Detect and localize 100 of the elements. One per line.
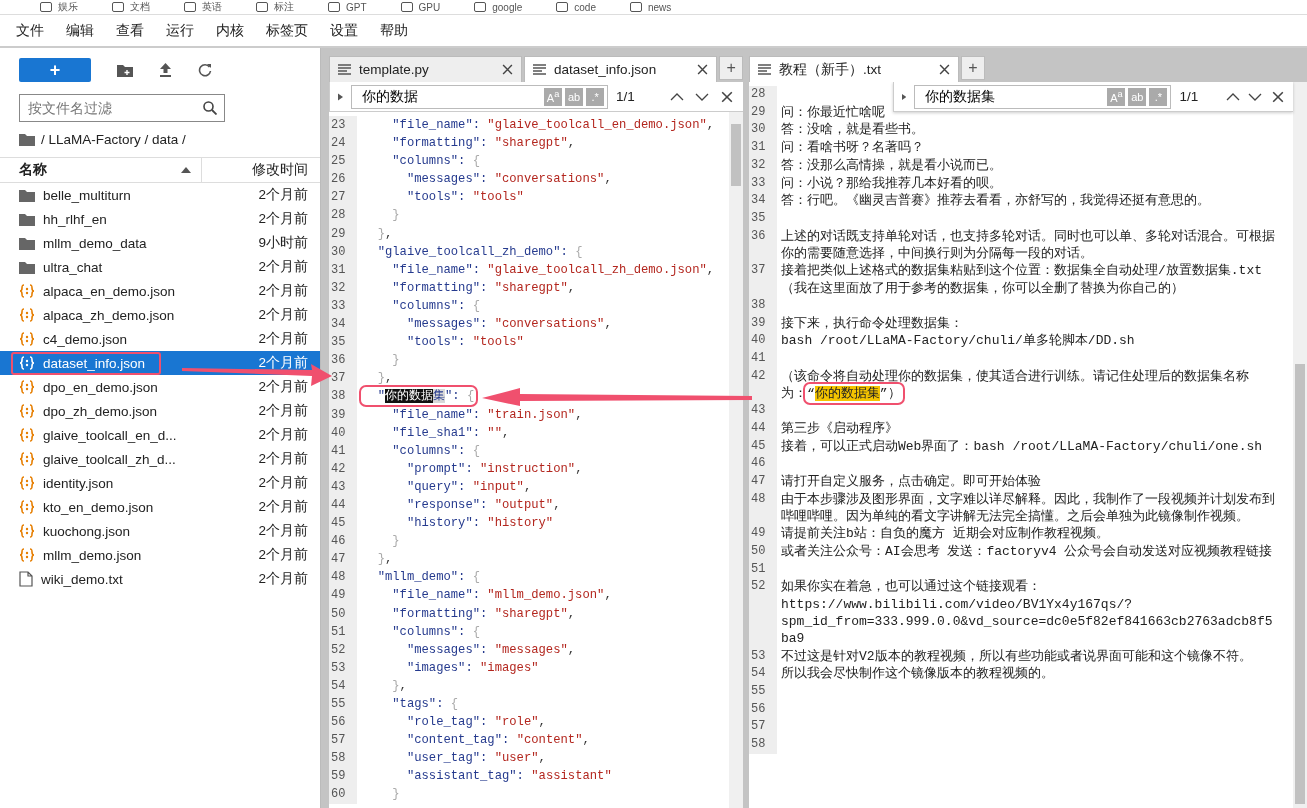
menu-item[interactable]: 编辑: [66, 21, 94, 40]
bookmark-link[interactable]: 娱乐: [40, 0, 78, 14]
file-row[interactable]: mllm_demo_data 9小时前: [0, 231, 320, 255]
file-row[interactable]: belle_multiturn 2个月前: [0, 183, 320, 207]
refresh-icon[interactable]: [198, 63, 212, 77]
line-number: 54: [749, 665, 777, 684]
chevron-down-icon: [694, 92, 709, 101]
menu-item[interactable]: 运行: [166, 21, 194, 40]
menu-item[interactable]: 内核: [216, 21, 244, 40]
find-field[interactable]: 你的数据 A$^{a}$ ab .*: [351, 84, 609, 109]
file-name: identity.json: [43, 475, 114, 491]
editor-tab[interactable]: dataset_info.json: [524, 56, 718, 82]
line-number: 28: [749, 86, 777, 104]
line-number: 49: [329, 586, 357, 605]
line-number: 43: [749, 402, 777, 420]
line-number: 55: [329, 695, 357, 714]
file-row[interactable]: c4_demo.json 2个月前: [0, 327, 320, 351]
close-icon: [720, 90, 733, 103]
text-line: bash /root/LLaMA-Factory/chuli/单多轮脚本/DD.sh: [780, 332, 1136, 350]
expand-caret-icon[interactable]: [902, 92, 907, 101]
file-row[interactable]: glaive_toolcall_zh_d... 2个月前: [0, 447, 320, 471]
expand-caret-icon[interactable]: [338, 92, 344, 101]
file-row[interactable]: dpo_zh_demo.json 2个月前: [0, 399, 320, 423]
add-tab-button[interactable]: +: [961, 56, 985, 80]
bookmark-link[interactable]: 标注: [256, 0, 294, 14]
file-row[interactable]: hh_rlhf_en 2个月前: [0, 207, 320, 231]
bookmark-link[interactable]: news: [629, 1, 672, 13]
json-file-icon: [19, 476, 35, 490]
new-launcher-button[interactable]: +: [19, 58, 91, 82]
document-lines-icon: [758, 64, 771, 75]
modified-time: 2个月前: [258, 522, 308, 540]
code-line: "content_tag": "content",: [405, 732, 590, 750]
code-line: "file_name": "mllm_demo.json",: [391, 587, 612, 605]
bookmark-folder-icon: [184, 2, 196, 12]
folder-icon: [19, 188, 35, 202]
file-row[interactable]: ultra_chat 2个月前: [0, 255, 320, 279]
search-icon: [203, 101, 217, 115]
bookmark-link[interactable]: code: [556, 1, 596, 13]
chevron-up-icon: [1225, 92, 1240, 101]
file-row[interactable]: alpaca_zh_demo.json 2个月前: [0, 303, 320, 327]
modified-time: 2个月前: [258, 210, 308, 228]
file-row[interactable]: identity.json 2个月前: [0, 471, 320, 495]
new-folder-icon[interactable]: [117, 63, 133, 77]
add-tab-button[interactable]: +: [719, 56, 743, 80]
menu-item[interactable]: 标签页: [266, 21, 308, 40]
scrollbar[interactable]: [729, 112, 743, 808]
menu-item[interactable]: 设置: [330, 21, 358, 40]
folder-icon: [19, 212, 35, 226]
line-number: 35: [329, 333, 357, 352]
menu-item[interactable]: 查看: [116, 21, 144, 40]
bookmark-link[interactable]: 文档: [112, 0, 150, 14]
json-file-icon: [19, 332, 35, 346]
code-line: "file_name": "train.json",: [391, 406, 583, 424]
bookmark-link[interactable]: GPU: [400, 1, 441, 13]
menu-item[interactable]: 帮助: [380, 21, 408, 40]
menu-item[interactable]: 文件: [16, 21, 44, 40]
file-name: kto_en_demo.json: [43, 499, 154, 515]
file-row[interactable]: dataset_info.json 2个月前: [0, 351, 320, 375]
line-number: 34: [749, 192, 777, 210]
file-name: glaive_toolcall_zh_d...: [43, 451, 176, 467]
bookmark-link[interactable]: google: [474, 1, 523, 13]
filter-field[interactable]: 按文件名过滤: [19, 94, 225, 122]
code-line: "images": "images": [405, 659, 539, 677]
file-row[interactable]: glaive_toolcall_en_d... 2个月前: [0, 423, 320, 447]
file-row[interactable]: kto_en_demo.json 2个月前: [0, 495, 320, 519]
json-file-icon: [19, 428, 35, 442]
file-row[interactable]: kuochong.json 2个月前: [0, 519, 320, 543]
line-number: 26: [329, 170, 357, 189]
code-line: }: [391, 207, 400, 225]
bookmark-link[interactable]: GPT: [328, 1, 367, 13]
find-field[interactable]: 你的数据集 A$^{a}$ ab .*: [914, 84, 1172, 109]
editor-tab[interactable]: 教程（新手）.txt: [749, 56, 959, 82]
file-name: kuochong.json: [43, 523, 131, 539]
text-line: 如果你实在着急，也可以通过这个链接观看：https://www.bilibili.com/video/BV1Yx4y167qs/?spm_id_from=333.999.0.0&vd_source=dc0e5f82ef841663cb2763adcb8f5ba9: [780, 578, 1274, 648]
column-header[interactable]: 名称: [19, 161, 47, 179]
code-line: "file_name": "glaive_toolcall_zh_demo.json",: [391, 261, 715, 279]
text-line: 接下来，执行命令处理数据集：: [780, 314, 964, 333]
file-row[interactable]: mllm_demo.json 2个月前: [0, 543, 320, 567]
line-number: 46: [329, 532, 357, 551]
breadcrumb-path[interactable]: / LLaMA-Factory / data /: [41, 132, 186, 147]
text-line: 答：没那么高情操，就是看小说而已。: [780, 156, 1003, 175]
line-number: 40: [749, 332, 777, 350]
line-number: 36: [749, 227, 777, 263]
upload-icon[interactable]: [159, 63, 172, 77]
editor-tab[interactable]: template.py: [329, 56, 523, 82]
file-row[interactable]: dpo_en_demo.json 2个月前: [0, 375, 320, 399]
json-file-icon: [19, 356, 35, 370]
text-line: 问：看啥书呀？名著吗？: [780, 139, 925, 157]
sort-ascending-icon: [181, 167, 191, 173]
text-line: 第三步《启动程序》: [780, 419, 899, 438]
code-line: },: [376, 225, 393, 243]
json-file-icon: [19, 380, 35, 394]
line-number: 60: [329, 785, 357, 804]
bookmark-folder-icon: [328, 2, 340, 12]
bookmark-link[interactable]: 英语: [184, 0, 222, 14]
file-row[interactable]: alpaca_en_demo.json 2个月前: [0, 279, 320, 303]
line-number: 58: [749, 736, 777, 754]
scrollbar[interactable]: [1293, 82, 1307, 808]
column-header[interactable]: 修改时间: [202, 161, 320, 179]
file-row[interactable]: wiki_demo.txt 2个月前: [0, 567, 320, 591]
